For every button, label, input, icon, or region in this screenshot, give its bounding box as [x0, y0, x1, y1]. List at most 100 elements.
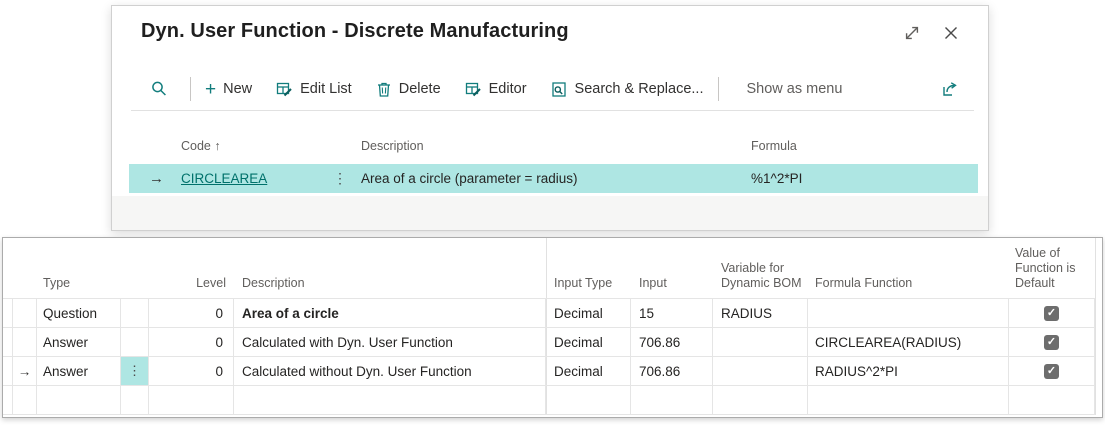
edit-list-button-label: Edit List [300, 81, 352, 97]
delete-button[interactable]: Delete [376, 81, 441, 98]
level-cell[interactable]: 0 [149, 357, 234, 385]
column-header-value-of-function-is-default[interactable]: Value of Function is Default [1015, 246, 1087, 291]
edit-list-icon [276, 81, 293, 98]
function-row-circlearea[interactable]: → CIRCLEAREA ⋮ Area of a circle (paramet… [129, 164, 978, 193]
row-indicator-cell[interactable] [3, 299, 13, 327]
column-header-formula-function[interactable]: Formula Function [815, 276, 912, 291]
worksheet-rows: Question 0 Area of a circle Decimal 15 R… [3, 298, 1095, 415]
toolbar-divider-2 [717, 77, 719, 101]
type-cell[interactable]: Answer [37, 357, 121, 385]
formula-function-cell[interactable]: CIRCLEAREA(RADIUS) [808, 328, 1009, 356]
trash-icon [376, 81, 392, 98]
level-cell[interactable]: 0 [149, 328, 234, 356]
input-type-cell[interactable] [546, 386, 631, 414]
page-title: Dyn. User Function - Discrete Manufactur… [141, 20, 569, 42]
input-type-cell[interactable]: Decimal [546, 357, 631, 385]
new-button[interactable]: + New [205, 80, 252, 99]
show-as-menu-button[interactable]: Show as menu [747, 81, 843, 97]
search-icon [150, 80, 168, 98]
table-row-empty [3, 386, 1095, 415]
active-row-arrow-icon: → [13, 357, 37, 385]
description-cell[interactable]: Calculated without Dyn. User Function [234, 357, 546, 385]
column-header-description2[interactable]: Description [242, 276, 305, 291]
plus-icon: + [205, 78, 217, 100]
value-default-checkbox[interactable] [1044, 334, 1059, 350]
search-replace-button[interactable]: Search & Replace... [551, 81, 704, 98]
table-row: Question 0 Area of a circle Decimal 15 R… [3, 299, 1095, 328]
editor-button-label: Editor [488, 81, 527, 97]
search-replace-button-label: Search & Replace... [574, 81, 704, 97]
column-header-code[interactable]: Code ↑ [181, 139, 221, 153]
column-header-description[interactable]: Description [361, 139, 424, 153]
value-default-checkbox[interactable] [1044, 363, 1059, 379]
formula-function-cell[interactable] [808, 299, 1009, 327]
row-arrow-cell[interactable] [13, 386, 37, 414]
delete-button-label: Delete [398, 81, 441, 97]
editor-icon [465, 81, 482, 98]
description-cell[interactable]: Calculated with Dyn. User Function [234, 328, 546, 356]
share-button[interactable] [940, 79, 960, 99]
expand-icon [902, 23, 922, 43]
code-cell[interactable]: CIRCLEAREA [181, 164, 267, 193]
row-arrow-cell[interactable] [13, 328, 37, 356]
right-edge-divider [1095, 238, 1096, 415]
search-button[interactable] [142, 74, 176, 104]
input-cell[interactable]: 706.86 [631, 357, 713, 385]
row-indicator-cell[interactable] [3, 328, 13, 356]
search-replace-icon [551, 81, 568, 98]
row-options-cell[interactable] [121, 328, 149, 356]
level-cell[interactable] [149, 386, 234, 414]
close-button[interactable] [940, 22, 962, 44]
edit-list-button[interactable]: Edit List [276, 81, 352, 98]
variable-cell[interactable] [713, 386, 808, 414]
row-options-icon[interactable]: ⋮ [333, 164, 347, 193]
dyn-user-function-dialog: Dyn. User Function - Discrete Manufactur… [111, 5, 989, 231]
default-checkbox-cell [1009, 299, 1095, 327]
column-header-type[interactable]: Type [43, 276, 70, 291]
screen: Dyn. User Function - Discrete Manufactur… [0, 0, 1105, 425]
type-cell[interactable]: Question [37, 299, 121, 327]
variable-cell[interactable] [713, 328, 808, 356]
column-header-input[interactable]: Input [639, 276, 667, 291]
sort-ascending-icon: ↑ [214, 139, 221, 153]
default-checkbox-cell [1009, 357, 1095, 385]
expand-button[interactable] [901, 22, 923, 44]
column-header-level[interactable]: Level [149, 276, 226, 291]
share-icon [940, 79, 960, 99]
column-header-input-type[interactable]: Input Type [554, 276, 612, 291]
variable-cell[interactable] [713, 357, 808, 385]
row-indicator-cell[interactable] [3, 386, 13, 414]
input-cell[interactable]: 15 [631, 299, 713, 327]
column-header-variable-for-dynamic-bom[interactable]: Variable for Dynamic BOM [721, 261, 807, 291]
row-options-cell[interactable] [121, 386, 149, 414]
active-row-arrow-icon: → [149, 170, 164, 187]
new-button-label: New [223, 81, 253, 97]
formula-function-cell[interactable]: RADIUS^2*PI [808, 357, 1009, 385]
level-cell[interactable]: 0 [149, 299, 234, 327]
formula-function-cell[interactable] [808, 386, 1009, 414]
variable-cell[interactable]: RADIUS [713, 299, 808, 327]
row-arrow-cell[interactable] [13, 299, 37, 327]
row-indicator-cell[interactable] [3, 357, 13, 385]
description-cell[interactable]: Area of a circle (parameter = radius) [361, 164, 577, 193]
type-cell[interactable]: Answer [37, 328, 121, 356]
row-options-cell[interactable] [121, 299, 149, 327]
description-cell[interactable] [234, 386, 546, 414]
value-default-checkbox[interactable] [1044, 305, 1059, 321]
circlearea-link[interactable]: CIRCLEAREA [181, 171, 267, 186]
default-checkbox-cell [1009, 386, 1095, 414]
value-default-checkbox[interactable] [1044, 393, 1059, 408]
editor-button[interactable]: Editor [465, 81, 527, 98]
type-cell[interactable] [37, 386, 121, 414]
input-type-cell[interactable]: Decimal [546, 299, 631, 327]
description-cell[interactable]: Area of a circle [234, 299, 546, 327]
input-cell[interactable]: 706.86 [631, 328, 713, 356]
close-icon [941, 23, 961, 43]
formula-cell[interactable]: %1^2*PI [751, 164, 802, 193]
input-cell[interactable] [631, 386, 713, 414]
table-row: Answer 0 Calculated with Dyn. User Funct… [3, 328, 1095, 357]
row-options-icon[interactable]: ⋮ [121, 357, 149, 385]
column-header-formula[interactable]: Formula [751, 139, 797, 153]
input-type-cell[interactable]: Decimal [546, 328, 631, 356]
code-header-label: Code [181, 139, 211, 153]
